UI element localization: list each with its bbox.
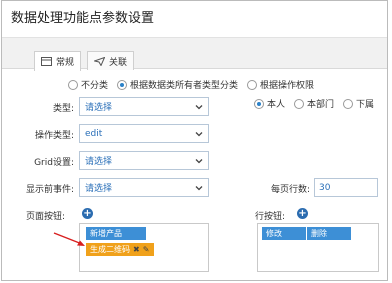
tab-relation-label: 关联 — [109, 57, 128, 68]
page-size-label: 每页行数: — [270, 185, 310, 195]
classify-radio-group: 不分类 根据数据类所有者类型分类 根据操作权限 — [68, 78, 323, 91]
chip-label: 新增产品 — [90, 229, 122, 238]
row-button-chip[interactable]: 删除 — [307, 227, 351, 240]
page-buttons-label: 页面按钮: — [26, 212, 66, 222]
page-button-chip-selected[interactable]: 生成二维码 ✖ ✎ — [86, 243, 154, 256]
radio-circle — [117, 79, 128, 90]
radio-circle — [294, 98, 305, 109]
radio-label: 不分类 — [81, 81, 109, 91]
grid-select-value: 请选择 — [85, 157, 113, 167]
radio-department[interactable]: 本部门 — [294, 97, 334, 110]
scope-radio-group: 本人 本部门 下属 — [254, 97, 383, 110]
add-page-button-icon[interactable]: + — [82, 208, 93, 219]
radio-label: 根据数据类所有者类型分类 — [130, 81, 239, 91]
radio-circle — [247, 79, 258, 90]
chevron-down-icon — [195, 157, 203, 165]
radio-label: 下属 — [356, 100, 375, 110]
add-row-button-icon[interactable]: + — [297, 208, 308, 219]
radio-circle — [68, 79, 78, 90]
annotation-arrow — [53, 232, 85, 246]
tab-general-label: 常规 — [56, 58, 75, 68]
pre-event-label: 显示前事件: — [25, 185, 74, 195]
chevron-down-icon — [195, 184, 203, 192]
chip-label: 删除 — [311, 229, 327, 238]
row-button-chip[interactable]: 修改 — [262, 227, 306, 240]
page-buttons-box: 新增产品 生成二维码 ✖ ✎ — [79, 223, 209, 272]
pre-event-select-value: 请选择 — [85, 184, 113, 194]
pre-event-select[interactable]: 请选择 — [79, 178, 209, 197]
chip-label: 生成二维码 — [90, 245, 130, 254]
table-icon — [41, 57, 52, 66]
send-icon — [92, 56, 106, 67]
radio-label: 根据操作权限 — [260, 81, 315, 91]
radio-circle — [254, 98, 264, 109]
radio-label: 本人 — [267, 100, 286, 110]
tab-relation[interactable]: 关联 — [87, 51, 135, 70]
chevron-down-icon — [195, 103, 203, 111]
grid-label: Grid设置: — [34, 158, 74, 168]
pencil-icon[interactable]: ✎ — [143, 245, 150, 254]
page-size-input[interactable]: 30 — [314, 178, 378, 197]
tab-strip: 常规 关联 — [2, 37, 387, 71]
radio-subordinate[interactable]: 下属 — [343, 97, 374, 110]
dialog-window: 数据处理功能点参数设置 常规 关联 不分类 根据数据类所有者类型分类 根据操作权… — [1, 0, 388, 281]
grid-select[interactable]: 请选择 — [79, 151, 209, 170]
page-button-chip[interactable]: 新增产品 — [86, 227, 146, 240]
type-select[interactable]: 请选择 — [79, 97, 209, 116]
type-label: 类型: — [52, 104, 74, 114]
tab-general[interactable]: 常规 — [34, 51, 82, 71]
radio-permission[interactable]: 根据操作权限 — [247, 78, 314, 91]
chevron-down-icon — [195, 130, 203, 138]
type-select-value: 请选择 — [85, 103, 113, 113]
op-type-select-value: edit — [85, 128, 103, 139]
radio-no-classify[interactable]: 不分类 — [68, 78, 108, 91]
row-buttons-box: 修改 删除 — [257, 223, 379, 272]
close-icon[interactable]: ✖ — [133, 245, 140, 254]
op-type-label: 操作类型: — [34, 131, 74, 141]
chip-label: 修改 — [266, 229, 282, 238]
radio-owner-type[interactable]: 根据数据类所有者类型分类 — [117, 78, 238, 91]
radio-label: 本部门 — [307, 100, 335, 110]
op-type-select[interactable]: edit — [79, 124, 209, 143]
radio-self[interactable]: 本人 — [254, 97, 285, 110]
radio-circle — [343, 98, 354, 109]
window-title: 数据处理功能点参数设置 — [11, 11, 155, 26]
row-buttons-label: 行按钮: — [255, 212, 286, 222]
